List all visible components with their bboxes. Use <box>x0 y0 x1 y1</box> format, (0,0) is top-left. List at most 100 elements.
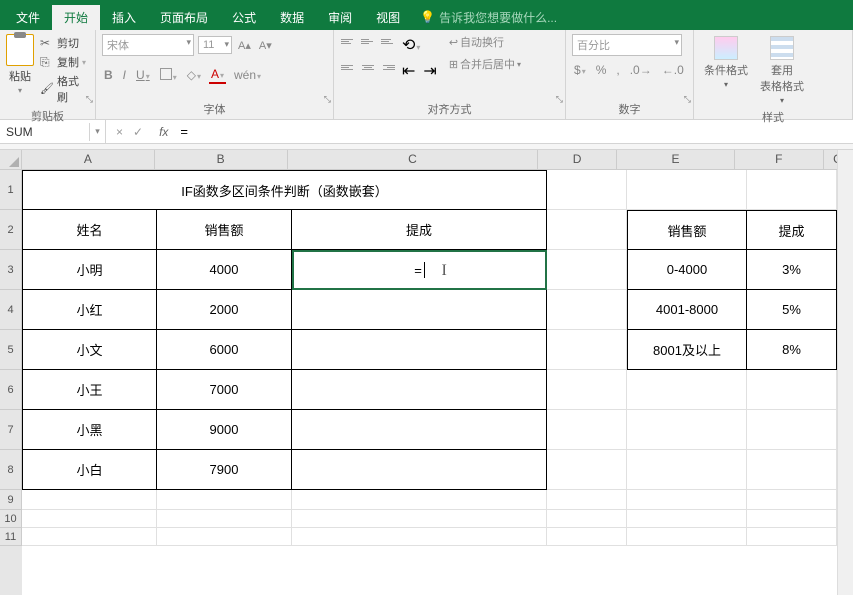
number-launcher-icon[interactable]: ⤡ <box>684 94 691 105</box>
cell-E11[interactable] <box>627 528 747 546</box>
cell-F10[interactable] <box>747 510 837 528</box>
row-header-3[interactable]: 3 <box>0 250 22 290</box>
cell-E9[interactable] <box>627 490 747 510</box>
grow-font-button[interactable]: A▴ <box>236 39 253 52</box>
cell-D9[interactable] <box>547 490 627 510</box>
cell-F8[interactable] <box>747 450 837 490</box>
cell-D7[interactable] <box>547 410 627 450</box>
col-header-B[interactable]: B <box>155 150 288 170</box>
cell-A9[interactable] <box>22 490 157 510</box>
cell-B9[interactable] <box>157 490 292 510</box>
cell-C6[interactable] <box>292 370 547 410</box>
indent-dec-button[interactable]: ⇤ <box>400 60 417 82</box>
tab-home[interactable]: 开始 <box>52 5 100 30</box>
cell-C11[interactable] <box>292 528 547 546</box>
cell-E6[interactable] <box>627 370 747 410</box>
name-box-dropdown[interactable]: ▾ <box>90 120 106 143</box>
cell-D2[interactable] <box>547 210 627 250</box>
row-header-4[interactable]: 4 <box>0 290 22 330</box>
conditional-format-button[interactable]: 条件格式▾ <box>700 34 752 91</box>
cell-F11[interactable] <box>747 528 837 546</box>
cell-B11[interactable] <box>157 528 292 546</box>
font-color-button[interactable]: A <box>209 66 226 84</box>
cell-A3[interactable]: 小明 <box>22 250 157 290</box>
inc-decimal-button[interactable]: .0→ <box>628 62 654 78</box>
comma-button[interactable]: , <box>614 62 621 78</box>
cell-B5[interactable]: 6000 <box>157 330 292 370</box>
cancel-formula-button[interactable]: × <box>116 125 123 139</box>
select-all-button[interactable] <box>0 150 22 170</box>
col-header-D[interactable]: D <box>538 150 617 170</box>
cell-A4[interactable]: 小红 <box>22 290 157 330</box>
row-header-8[interactable]: 8 <box>0 450 22 490</box>
cell-A2[interactable]: 姓名 <box>22 210 157 250</box>
italic-button[interactable]: I <box>121 67 128 83</box>
cell-D6[interactable] <box>547 370 627 410</box>
cell-F4[interactable]: 5% <box>747 290 837 330</box>
cell-C3[interactable]: = <box>292 250 547 290</box>
cell-F7[interactable] <box>747 410 837 450</box>
merge-button[interactable]: ⊞合并后居中▾ <box>449 56 521 72</box>
fill-color-button[interactable]: ◇ <box>185 67 203 83</box>
align-left-button[interactable] <box>340 60 356 74</box>
table-format-button[interactable]: 套用 表格格式▾ <box>756 34 808 107</box>
row-header-1[interactable]: 1 <box>0 170 22 210</box>
vertical-scrollbar[interactable] <box>837 150 853 595</box>
cell-A7[interactable]: 小黑 <box>22 410 157 450</box>
name-box[interactable] <box>0 123 90 141</box>
cut-button[interactable]: 剪切 <box>38 34 89 52</box>
cell-A11[interactable] <box>22 528 157 546</box>
cell-C10[interactable] <box>292 510 547 528</box>
cell-C2[interactable]: 提成 <box>292 210 547 250</box>
cell-E3[interactable]: 0-4000 <box>627 250 747 290</box>
wrap-text-button[interactable]: ↩自动换行 <box>449 34 521 50</box>
align-middle-button[interactable] <box>360 34 376 48</box>
cell-A10[interactable] <box>22 510 157 528</box>
fx-icon[interactable]: fx <box>153 125 174 139</box>
cell-C7[interactable] <box>292 410 547 450</box>
cell-A5[interactable]: 小文 <box>22 330 157 370</box>
cell-E8[interactable] <box>627 450 747 490</box>
col-header-A[interactable]: A <box>22 150 155 170</box>
clipboard-launcher-icon[interactable]: ⤡ <box>86 94 93 105</box>
cell-D1[interactable] <box>547 170 627 210</box>
cell-B3[interactable]: 4000 <box>157 250 292 290</box>
cell-F5[interactable]: 8% <box>747 330 837 370</box>
copy-button[interactable]: 复制▾ <box>38 53 89 71</box>
row-header-5[interactable]: 5 <box>0 330 22 370</box>
tab-formula[interactable]: 公式 <box>220 5 268 30</box>
percent-button[interactable]: % <box>594 62 609 78</box>
number-format-combo[interactable]: 百分比 <box>572 34 682 56</box>
cell-D10[interactable] <box>547 510 627 528</box>
col-header-C[interactable]: C <box>288 150 539 170</box>
cell-F3[interactable]: 3% <box>747 250 837 290</box>
tell-me[interactable]: 💡告诉我您想要做什么... <box>412 9 557 26</box>
phonetic-button[interactable]: wén <box>232 67 263 83</box>
cell-F2[interactable]: 提成 <box>747 210 837 250</box>
bold-button[interactable]: B <box>102 67 115 83</box>
align-bottom-button[interactable] <box>380 34 396 48</box>
align-top-button[interactable] <box>340 34 356 48</box>
cell-E7[interactable] <box>627 410 747 450</box>
accounting-button[interactable]: $ <box>572 62 588 78</box>
cell-E5[interactable]: 8001及以上 <box>627 330 747 370</box>
cell-C4[interactable] <box>292 290 547 330</box>
row-header-9[interactable]: 9 <box>0 490 22 510</box>
row-header-10[interactable]: 10 <box>0 510 22 528</box>
cell-A8[interactable]: 小白 <box>22 450 157 490</box>
underline-button[interactable]: U <box>134 67 152 83</box>
align-right-button[interactable] <box>380 60 396 74</box>
cell-B8[interactable]: 7900 <box>157 450 292 490</box>
confirm-formula-button[interactable]: ✓ <box>133 125 143 139</box>
cell-D11[interactable] <box>547 528 627 546</box>
cell-E1[interactable] <box>627 170 747 210</box>
font-launcher-icon[interactable]: ⤡ <box>324 94 331 105</box>
format-painter-button[interactable]: 格式刷 <box>38 72 89 106</box>
orientation-button[interactable]: ⟲ <box>400 34 422 56</box>
dec-decimal-button[interactable]: ←.0 <box>660 62 686 78</box>
cell-B2[interactable]: 销售额 <box>157 210 292 250</box>
tab-layout[interactable]: 页面布局 <box>148 5 220 30</box>
cell-B6[interactable]: 7000 <box>157 370 292 410</box>
cell-F1[interactable] <box>747 170 837 210</box>
row-header-2[interactable]: 2 <box>0 210 22 250</box>
